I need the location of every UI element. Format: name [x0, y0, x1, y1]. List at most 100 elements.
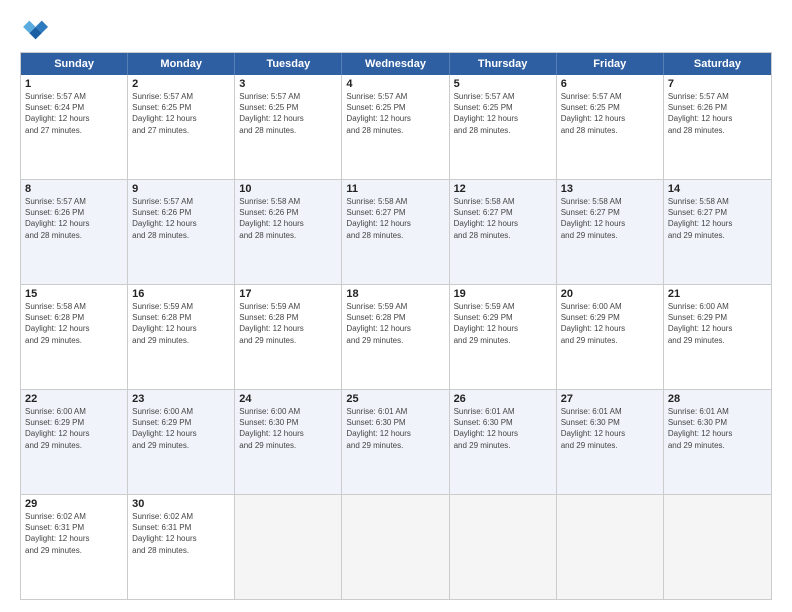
day-cell-23: 23Sunrise: 6:00 AM Sunset: 6:29 PM Dayli… — [128, 390, 235, 494]
day-info: Sunrise: 5:57 AM Sunset: 6:25 PM Dayligh… — [561, 91, 659, 136]
day-info: Sunrise: 6:00 AM Sunset: 6:29 PM Dayligh… — [561, 301, 659, 346]
page: SundayMondayTuesdayWednesdayThursdayFrid… — [0, 0, 792, 612]
day-cell-15: 15Sunrise: 5:58 AM Sunset: 6:28 PM Dayli… — [21, 285, 128, 389]
day-cell-22: 22Sunrise: 6:00 AM Sunset: 6:29 PM Dayli… — [21, 390, 128, 494]
day-number: 22 — [25, 393, 123, 405]
day-number: 20 — [561, 288, 659, 300]
day-cell-30: 30Sunrise: 6:02 AM Sunset: 6:31 PM Dayli… — [128, 495, 235, 599]
day-cell-9: 9Sunrise: 5:57 AM Sunset: 6:26 PM Daylig… — [128, 180, 235, 284]
day-info: Sunrise: 5:57 AM Sunset: 6:24 PM Dayligh… — [25, 91, 123, 136]
calendar-row-4: 22Sunrise: 6:00 AM Sunset: 6:29 PM Dayli… — [21, 390, 771, 495]
day-info: Sunrise: 6:00 AM Sunset: 6:29 PM Dayligh… — [25, 406, 123, 451]
calendar-body: 1Sunrise: 5:57 AM Sunset: 6:24 PM Daylig… — [21, 75, 771, 599]
header-day-saturday: Saturday — [664, 53, 771, 75]
day-cell-29: 29Sunrise: 6:02 AM Sunset: 6:31 PM Dayli… — [21, 495, 128, 599]
logo-icon — [20, 16, 48, 44]
day-cell-6: 6Sunrise: 5:57 AM Sunset: 6:25 PM Daylig… — [557, 75, 664, 179]
day-number: 23 — [132, 393, 230, 405]
day-cell-13: 13Sunrise: 5:58 AM Sunset: 6:27 PM Dayli… — [557, 180, 664, 284]
day-number: 9 — [132, 183, 230, 195]
day-info: Sunrise: 6:01 AM Sunset: 6:30 PM Dayligh… — [668, 406, 767, 451]
day-info: Sunrise: 5:59 AM Sunset: 6:28 PM Dayligh… — [132, 301, 230, 346]
day-info: Sunrise: 6:00 AM Sunset: 6:30 PM Dayligh… — [239, 406, 337, 451]
day-info: Sunrise: 5:57 AM Sunset: 6:26 PM Dayligh… — [668, 91, 767, 136]
day-info: Sunrise: 5:58 AM Sunset: 6:27 PM Dayligh… — [561, 196, 659, 241]
empty-cell-4-4 — [450, 495, 557, 599]
day-info: Sunrise: 5:58 AM Sunset: 6:26 PM Dayligh… — [239, 196, 337, 241]
day-info: Sunrise: 5:59 AM Sunset: 6:28 PM Dayligh… — [346, 301, 444, 346]
day-number: 24 — [239, 393, 337, 405]
day-number: 5 — [454, 78, 552, 90]
day-number: 26 — [454, 393, 552, 405]
day-info: Sunrise: 6:00 AM Sunset: 6:29 PM Dayligh… — [668, 301, 767, 346]
day-info: Sunrise: 5:58 AM Sunset: 6:27 PM Dayligh… — [668, 196, 767, 241]
day-info: Sunrise: 6:02 AM Sunset: 6:31 PM Dayligh… — [132, 511, 230, 556]
empty-cell-4-6 — [664, 495, 771, 599]
day-cell-14: 14Sunrise: 5:58 AM Sunset: 6:27 PM Dayli… — [664, 180, 771, 284]
day-cell-5: 5Sunrise: 5:57 AM Sunset: 6:25 PM Daylig… — [450, 75, 557, 179]
day-number: 15 — [25, 288, 123, 300]
day-cell-18: 18Sunrise: 5:59 AM Sunset: 6:28 PM Dayli… — [342, 285, 449, 389]
header-day-wednesday: Wednesday — [342, 53, 449, 75]
day-cell-21: 21Sunrise: 6:00 AM Sunset: 6:29 PM Dayli… — [664, 285, 771, 389]
day-cell-8: 8Sunrise: 5:57 AM Sunset: 6:26 PM Daylig… — [21, 180, 128, 284]
day-info: Sunrise: 5:59 AM Sunset: 6:29 PM Dayligh… — [454, 301, 552, 346]
header-day-thursday: Thursday — [450, 53, 557, 75]
day-cell-19: 19Sunrise: 5:59 AM Sunset: 6:29 PM Dayli… — [450, 285, 557, 389]
calendar-row-1: 1Sunrise: 5:57 AM Sunset: 6:24 PM Daylig… — [21, 75, 771, 180]
day-info: Sunrise: 6:00 AM Sunset: 6:29 PM Dayligh… — [132, 406, 230, 451]
header-day-tuesday: Tuesday — [235, 53, 342, 75]
calendar-row-5: 29Sunrise: 6:02 AM Sunset: 6:31 PM Dayli… — [21, 495, 771, 599]
day-info: Sunrise: 6:01 AM Sunset: 6:30 PM Dayligh… — [346, 406, 444, 451]
day-info: Sunrise: 6:01 AM Sunset: 6:30 PM Dayligh… — [561, 406, 659, 451]
header-day-monday: Monday — [128, 53, 235, 75]
day-number: 21 — [668, 288, 767, 300]
day-number: 11 — [346, 183, 444, 195]
header-day-friday: Friday — [557, 53, 664, 75]
day-number: 3 — [239, 78, 337, 90]
day-number: 27 — [561, 393, 659, 405]
calendar: SundayMondayTuesdayWednesdayThursdayFrid… — [20, 52, 772, 600]
empty-cell-4-2 — [235, 495, 342, 599]
day-number: 12 — [454, 183, 552, 195]
day-number: 4 — [346, 78, 444, 90]
day-info: Sunrise: 5:57 AM Sunset: 6:25 PM Dayligh… — [454, 91, 552, 136]
day-info: Sunrise: 6:01 AM Sunset: 6:30 PM Dayligh… — [454, 406, 552, 451]
day-info: Sunrise: 6:02 AM Sunset: 6:31 PM Dayligh… — [25, 511, 123, 556]
day-cell-1: 1Sunrise: 5:57 AM Sunset: 6:24 PM Daylig… — [21, 75, 128, 179]
day-info: Sunrise: 5:57 AM Sunset: 6:26 PM Dayligh… — [25, 196, 123, 241]
day-number: 29 — [25, 498, 123, 510]
day-cell-20: 20Sunrise: 6:00 AM Sunset: 6:29 PM Dayli… — [557, 285, 664, 389]
day-info: Sunrise: 5:59 AM Sunset: 6:28 PM Dayligh… — [239, 301, 337, 346]
day-cell-2: 2Sunrise: 5:57 AM Sunset: 6:25 PM Daylig… — [128, 75, 235, 179]
day-cell-10: 10Sunrise: 5:58 AM Sunset: 6:26 PM Dayli… — [235, 180, 342, 284]
day-info: Sunrise: 5:57 AM Sunset: 6:26 PM Dayligh… — [132, 196, 230, 241]
day-info: Sunrise: 5:57 AM Sunset: 6:25 PM Dayligh… — [239, 91, 337, 136]
day-number: 14 — [668, 183, 767, 195]
header-day-sunday: Sunday — [21, 53, 128, 75]
day-cell-16: 16Sunrise: 5:59 AM Sunset: 6:28 PM Dayli… — [128, 285, 235, 389]
calendar-row-3: 15Sunrise: 5:58 AM Sunset: 6:28 PM Dayli… — [21, 285, 771, 390]
day-cell-27: 27Sunrise: 6:01 AM Sunset: 6:30 PM Dayli… — [557, 390, 664, 494]
day-cell-25: 25Sunrise: 6:01 AM Sunset: 6:30 PM Dayli… — [342, 390, 449, 494]
day-number: 30 — [132, 498, 230, 510]
day-cell-3: 3Sunrise: 5:57 AM Sunset: 6:25 PM Daylig… — [235, 75, 342, 179]
empty-cell-4-5 — [557, 495, 664, 599]
day-info: Sunrise: 5:57 AM Sunset: 6:25 PM Dayligh… — [346, 91, 444, 136]
day-number: 13 — [561, 183, 659, 195]
day-number: 1 — [25, 78, 123, 90]
calendar-row-2: 8Sunrise: 5:57 AM Sunset: 6:26 PM Daylig… — [21, 180, 771, 285]
header — [20, 16, 772, 44]
day-info: Sunrise: 5:58 AM Sunset: 6:27 PM Dayligh… — [346, 196, 444, 241]
day-number: 8 — [25, 183, 123, 195]
day-number: 6 — [561, 78, 659, 90]
day-number: 7 — [668, 78, 767, 90]
day-info: Sunrise: 5:58 AM Sunset: 6:27 PM Dayligh… — [454, 196, 552, 241]
empty-cell-4-3 — [342, 495, 449, 599]
day-info: Sunrise: 5:58 AM Sunset: 6:28 PM Dayligh… — [25, 301, 123, 346]
day-cell-11: 11Sunrise: 5:58 AM Sunset: 6:27 PM Dayli… — [342, 180, 449, 284]
day-cell-12: 12Sunrise: 5:58 AM Sunset: 6:27 PM Dayli… — [450, 180, 557, 284]
logo — [20, 16, 52, 44]
day-cell-26: 26Sunrise: 6:01 AM Sunset: 6:30 PM Dayli… — [450, 390, 557, 494]
day-number: 25 — [346, 393, 444, 405]
